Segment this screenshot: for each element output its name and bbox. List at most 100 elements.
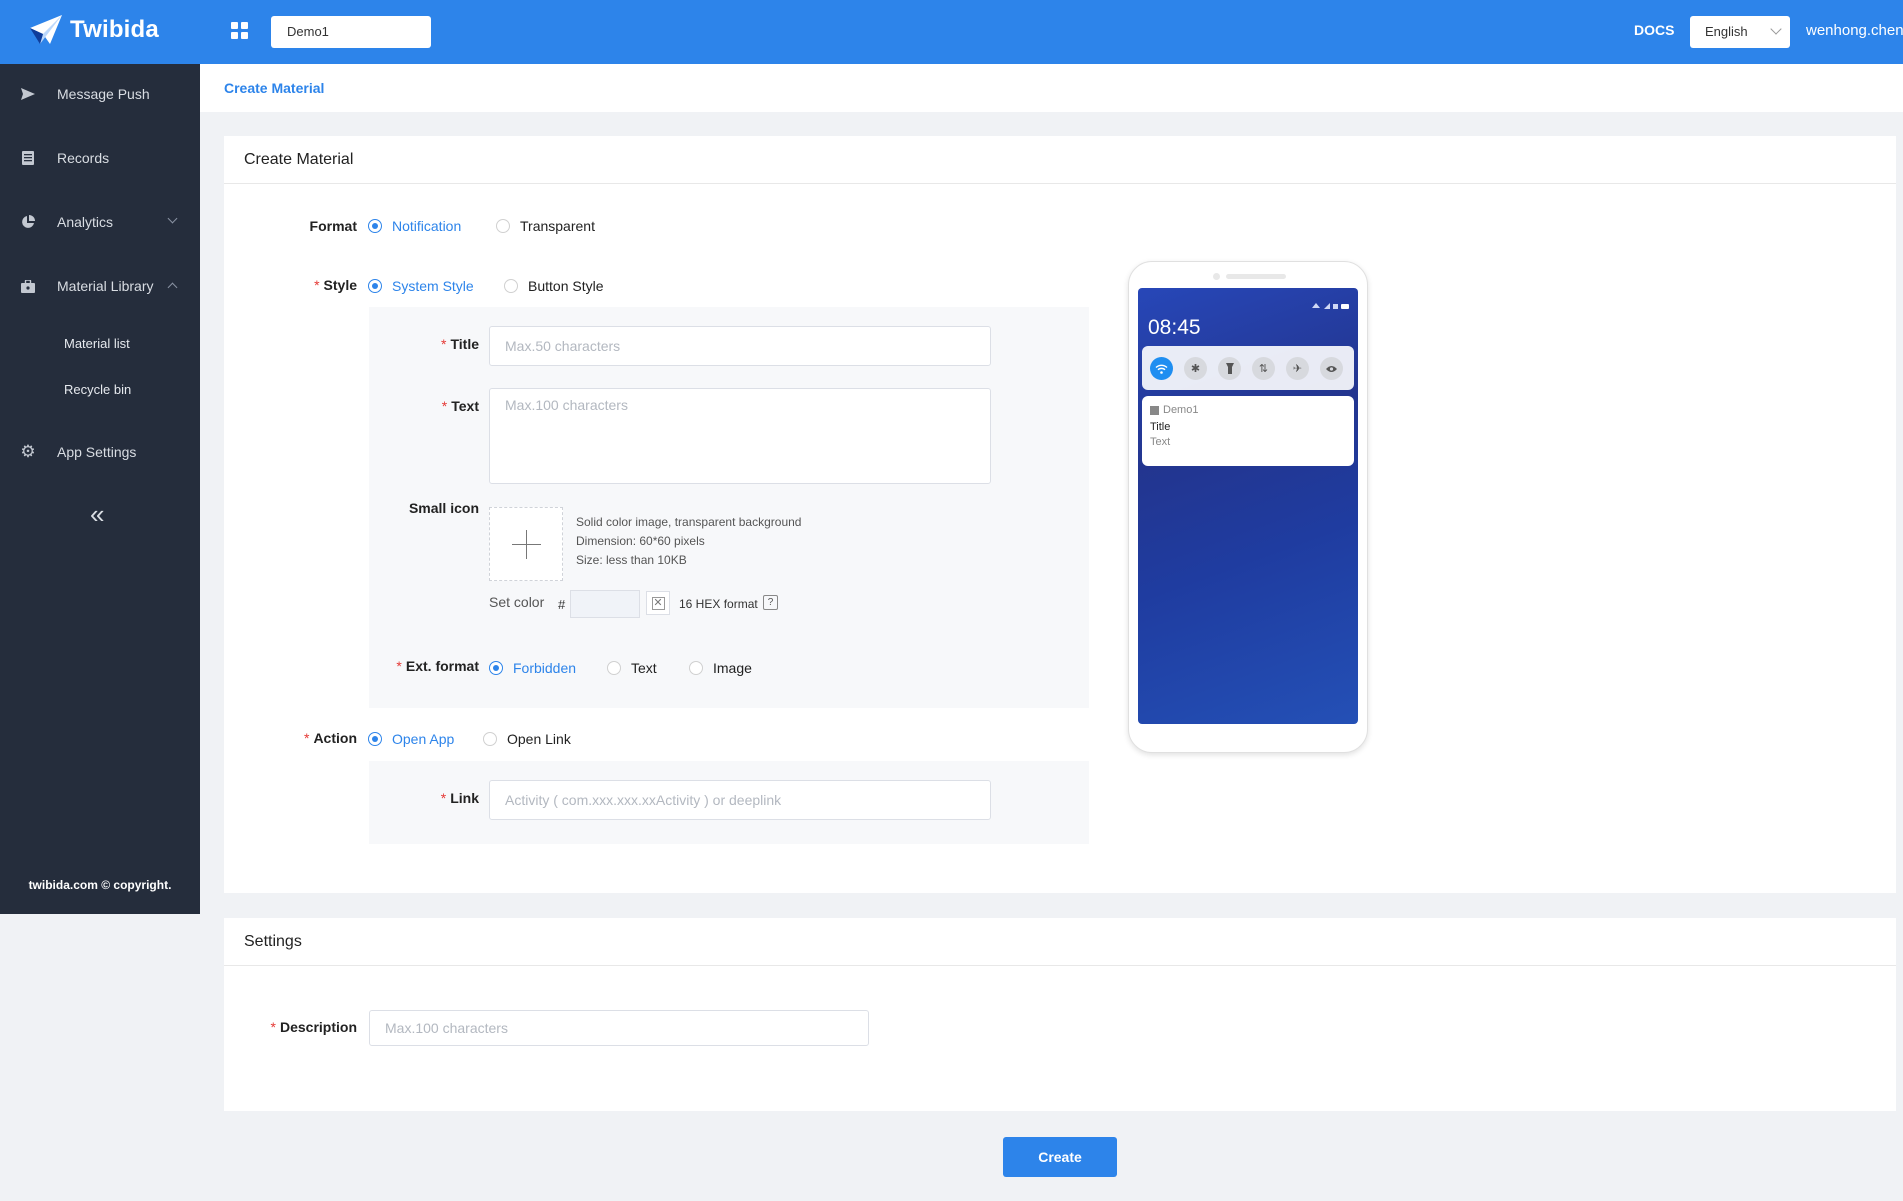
sidebar-item-label: App Settings [57,444,137,460]
breadcrumb[interactable]: Create Material [224,80,324,96]
link-label: * Link [440,790,479,806]
language-value: English [1705,24,1748,39]
flashlight-icon [1218,357,1241,380]
format-label: Format [224,218,357,234]
title-label: * Title [441,336,479,352]
radio-label: Image [713,660,752,676]
action-radio-open-app[interactable]: Open App [368,731,454,747]
send-icon [20,86,36,102]
chevron-down-icon [167,213,178,224]
color-picker-button[interactable]: ✕ [646,591,670,615]
radio-label: Open Link [507,731,571,747]
bluetooth-icon: ✱ [1184,357,1207,380]
radio-label: Open App [392,731,455,747]
speaker-icon [1226,274,1286,279]
action-label: * Action [303,730,357,746]
sidebar-item-analytics[interactable]: Analytics [0,202,200,242]
text-textarea[interactable]: Max.100 characters [489,388,991,484]
radio-label: Text [631,660,657,676]
clear-color-icon: ✕ [651,596,665,610]
radio-label: Transparent [520,218,595,234]
style-label: * Style [314,277,357,293]
notification-title: Title [1150,421,1171,433]
description-label: * Description [270,1019,357,1035]
sidebar-item-material-library[interactable]: Material Library [0,266,200,306]
style-label-text: Style [323,277,357,293]
format-radio-notification[interactable]: Notification [368,218,461,234]
ext-format-radio-image[interactable]: Image [689,660,752,676]
pie-chart-icon [20,214,36,230]
action-radio-open-link[interactable]: Open Link [483,731,571,747]
description-input[interactable]: Max.100 characters [369,1010,869,1046]
paper-plane-logo-icon [30,15,62,44]
create-button[interactable]: Create [1003,1137,1117,1177]
style-radio-system[interactable]: System Style [368,278,474,294]
sidebar-item-label: Analytics [57,214,114,230]
docs-link[interactable]: DOCS [1634,22,1674,38]
quick-settings-bar: ✱ ⇅ ✈ [1142,346,1354,390]
clock: 08:45 [1148,316,1201,339]
sidebar-item-label: Material Library [57,278,154,294]
status-bar-icons [1312,303,1349,309]
sidebar-item-message-push[interactable]: Message Push [0,74,200,114]
ext-format-label-text: Ext. format [405,658,479,674]
link-label-text: Link [450,790,479,806]
color-hex-input[interactable] [570,590,640,618]
ext-format-radio-forbidden[interactable]: Forbidden [489,660,576,676]
document-icon [20,150,36,166]
breadcrumb-bar: Create Material [200,64,1903,112]
sidebar-subitem-recycle-bin[interactable]: Recycle bin [64,382,131,397]
sidebar-item-app-settings[interactable]: ⚙ App Settings [0,432,200,472]
title-label-text: Title [450,336,479,352]
hint-line: Size: less than 10KB [576,553,687,567]
radio-label: Forbidden [513,660,577,676]
wifi-icon [1150,357,1173,380]
sidebar-subitem-material-list[interactable]: Material list [64,336,130,351]
sidebar-item-records[interactable]: Records [0,138,200,178]
small-icon-upload[interactable] [489,507,563,581]
format-radio-transparent[interactable]: Transparent [496,218,595,234]
card-title: Settings [224,918,1896,966]
settings-card: Settings * Description Max.100 characters [224,918,1896,1111]
sidebar: Message Push Records Analytics Material … [0,64,200,914]
hex-format-hint: 16 HEX format [679,597,758,611]
logo[interactable]: Twibida [28,14,159,46]
style-panel: * Title Max.50 characters * Text Max.100 c… [369,307,1089,708]
briefcase-icon [20,278,36,294]
notification-text: Text [1150,436,1171,448]
ext-format-label: * Ext. format [396,658,479,674]
eye-care-icon [1320,357,1343,380]
chevron-down-icon [1770,23,1782,35]
mobile-data-icon: ⇅ [1252,357,1275,380]
title-input[interactable]: Max.50 characters [489,326,991,366]
camera-icon [1213,273,1220,280]
style-radio-button[interactable]: Button Style [504,278,604,294]
hint-line: Dimension: 60*60 pixels [576,534,705,548]
app-icon [1150,405,1159,415]
copyright: twibida.com © copyright. [28,878,172,892]
collapse-sidebar-icon[interactable]: « [90,501,104,527]
text-label: * Text [441,398,479,414]
brand-name: Twibida [70,16,159,43]
app-selector[interactable]: Demo1 [271,16,431,48]
ext-format-radio-text[interactable]: Text [607,660,657,676]
help-icon[interactable]: ? [763,595,778,610]
notification-app-name: Demo1 [1163,404,1199,416]
notification-app: Demo1 [1150,404,1346,416]
apps-grid-icon[interactable] [231,22,248,39]
sidebar-item-label: Records [57,150,110,166]
card-title: Create Material [224,136,1896,184]
phone-preview: 08:45 ✱ ⇅ ✈ Demo1 Title Text [1128,261,1368,753]
user-menu[interactable]: wenhong.chen [1806,22,1903,39]
link-input[interactable]: Activity ( com.xxx.xxx.xxActivity ) or d… [489,780,991,820]
language-select[interactable]: English [1690,16,1790,48]
small-icon-hints: Solid color image, transparent backgroun… [576,513,801,570]
chevron-up-icon [167,282,178,293]
hash-symbol: # [558,597,566,612]
top-bar: Twibida Demo1 DOCS English wenhong.chen [0,0,1903,64]
airplane-icon: ✈ [1286,357,1309,380]
sidebar-item-label: Message Push [57,86,150,102]
description-label-text: Description [279,1019,357,1035]
action-panel: * Link Activity ( com.xxx.xxx.xxActivity … [369,761,1089,844]
small-icon-label: Small icon [408,500,479,516]
